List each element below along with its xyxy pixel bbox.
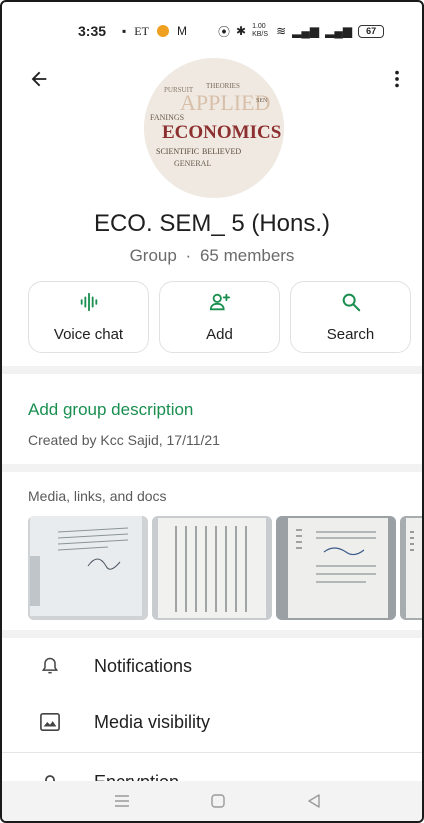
media-thumbnail[interactable] — [276, 516, 396, 620]
battery-level: 67 — [366, 26, 377, 36]
bluetooth-icon: ✱ — [236, 24, 247, 38]
action-buttons: Voice chat Add Search — [28, 281, 411, 353]
back-triangle-icon[interactable] — [302, 791, 326, 811]
word-cloud-word: SCIENTIFIC — [156, 147, 199, 156]
signal-icon: ▂▄▆ — [292, 24, 320, 38]
bell-icon — [38, 654, 62, 678]
notification-icon: ▪ — [122, 24, 127, 38]
notifications-label: Notifications — [94, 655, 193, 676]
status-right-icons: ⦿ ✱ 1.00 KB/S ≋ ▂▄▆ ▂▄▆ 67 — [218, 23, 385, 40]
search-button[interactable]: Search — [290, 281, 411, 353]
word-cloud-word: ECONOMICS — [162, 122, 281, 143]
wifi-icon: ≋ — [276, 24, 287, 38]
media-thumbnail[interactable] — [152, 516, 272, 620]
word-cloud-word: BELIEVED — [202, 147, 241, 156]
media-thumbnails — [28, 516, 422, 620]
list-divider — [2, 752, 422, 753]
add-member-button[interactable]: Add — [159, 281, 280, 353]
group-type: Group — [129, 246, 177, 265]
arrow-back-icon — [31, 71, 47, 87]
et-icon: ET — [134, 23, 149, 38]
created-by-text: Created by Kcc Sajid, 17/11/21 — [28, 432, 220, 448]
add-label: Add — [206, 326, 233, 343]
voice-chat-icon — [78, 291, 100, 318]
media-links-docs-title[interactable]: Media, links, and docs — [28, 488, 167, 504]
menu-icon[interactable] — [110, 791, 134, 811]
group-avatar[interactable]: PURSUIT THEORIES APPLIED FANINGS ECONOMI… — [144, 58, 284, 198]
search-icon — [340, 291, 362, 318]
word-cloud-word: GENERAL — [174, 159, 211, 168]
section-divider — [2, 366, 422, 374]
word-cloud-word: FANINGS — [150, 113, 184, 122]
system-nav-bar — [2, 781, 422, 821]
media-visibility-label: Media visibility — [94, 711, 211, 732]
search-label: Search — [326, 326, 375, 343]
section-divider — [2, 464, 422, 472]
app-icon — [156, 25, 169, 37]
status-left-icons: ▪ ET M — [122, 24, 187, 39]
more-options-button[interactable] — [382, 64, 412, 94]
notifications-item[interactable]: Notifications — [2, 638, 422, 694]
back-button[interactable] — [24, 64, 54, 94]
group-members-count[interactable]: 65 members — [200, 246, 294, 265]
media-visibility-item[interactable]: Media visibility — [2, 694, 422, 750]
network-speed: 1.00 KB/S — [252, 23, 269, 38]
voice-chat-label: Voice chat — [53, 326, 124, 343]
section-divider — [2, 630, 422, 638]
app-frame: 3:35 ▪ ET M ⦿ ✱ 1.00 KB/S ≋ ▂▄▆ ▂▄▆ 67 P… — [0, 0, 424, 823]
word-cloud-word: THEORIES — [206, 82, 240, 90]
add-group-description-link[interactable]: Add group description — [28, 400, 193, 420]
home-icon[interactable] — [206, 791, 230, 811]
more-vert-icon — [395, 70, 399, 88]
media-thumbnail[interactable] — [28, 516, 148, 620]
word-cloud-word: SEN — [256, 98, 268, 104]
status-bar: 3:35 ▪ ET M ⦿ ✱ 1.00 KB/S ≋ ▂▄▆ ▂▄▆ 67 — [2, 16, 422, 46]
group-name: ECO. SEM_ 5 (Hons.) — [93, 210, 331, 237]
group-meta: Group · 65 members — [2, 246, 422, 266]
economics-word-cloud-image: PURSUIT THEORIES APPLIED FANINGS ECONOMI… — [144, 58, 284, 198]
voice-chat-button[interactable]: Voice chat — [28, 281, 149, 353]
meta-separator: · — [185, 246, 192, 265]
image-icon — [38, 710, 62, 734]
vibrate-icon: ⦿ — [218, 24, 231, 39]
status-time: 3:35 — [78, 23, 107, 39]
add-person-icon — [209, 291, 231, 318]
gmail-icon: M — [176, 24, 187, 38]
media-thumbnail[interactable] — [400, 516, 422, 620]
battery-icon: 67 — [358, 24, 385, 38]
signal-icon-2: ▂▄▆ — [325, 24, 353, 38]
